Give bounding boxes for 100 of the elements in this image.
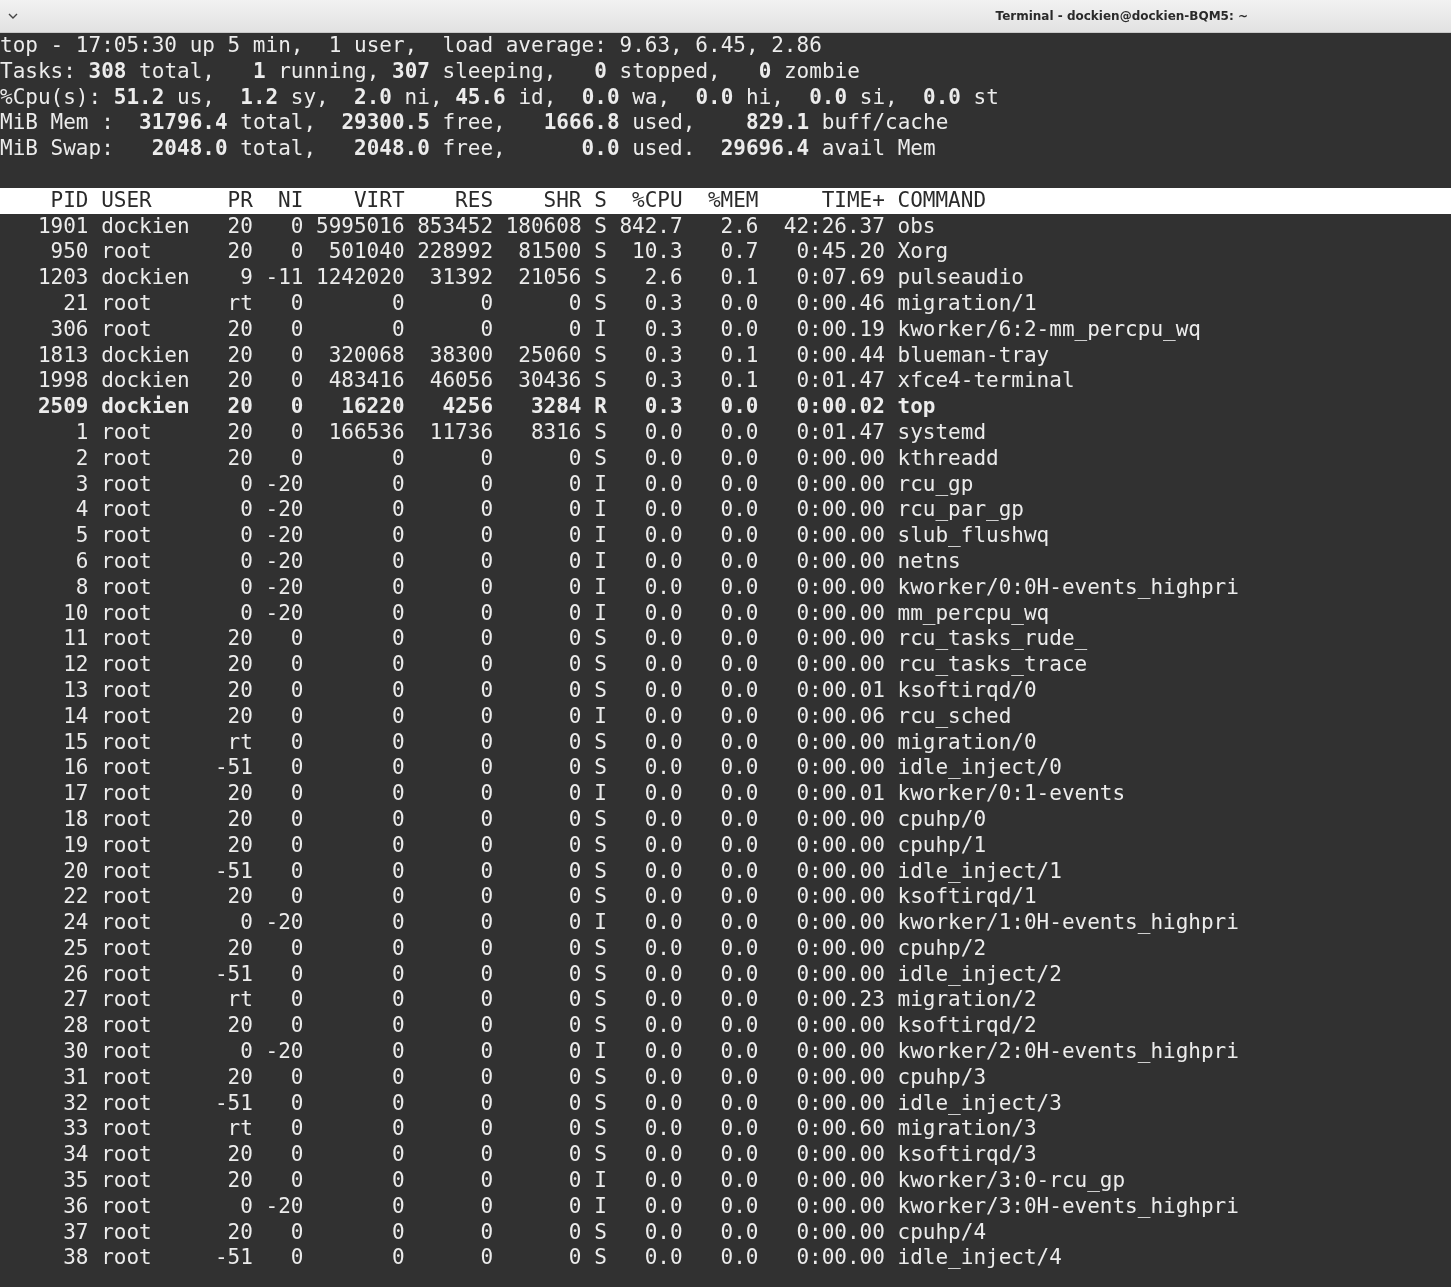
- table-cell: ksoftirqd/3: [897, 1142, 1037, 1169]
- table-cell-text: 32: [62, 1090, 89, 1117]
- table-cell: -51: [214, 858, 253, 885]
- table-cell-text: 0: [479, 445, 494, 472]
- table-cell-text: 30436: [517, 368, 582, 395]
- table-cell-text: 320068: [327, 342, 405, 369]
- table-cell-text: root: [101, 1013, 153, 1040]
- table-cell-text: 0.0: [719, 806, 759, 833]
- table-cell-text: root: [101, 884, 153, 911]
- table-cell: -20: [265, 1193, 304, 1220]
- table-cell: -20: [265, 523, 304, 549]
- table-cell-text: 12: [62, 652, 89, 678]
- table-cell-text: 0.0: [643, 729, 683, 756]
- table-cell-text: 20: [226, 342, 253, 369]
- table-cell-text: 0: [289, 1142, 304, 1169]
- table-cell-text: 10.3: [631, 239, 683, 266]
- table-cell: Xorg: [897, 239, 949, 266]
- table-cell: idle_inject/0: [897, 755, 1062, 782]
- table-cell: kworker/2:0H-events_highpri: [897, 1039, 1239, 1065]
- table-cell-text: 0: [390, 781, 405, 807]
- table-cell-text: 0: [567, 445, 582, 472]
- table-cell-text: 0.0: [719, 626, 759, 653]
- table-cell: migration/3: [897, 1116, 1037, 1143]
- table-cell-text: root: [101, 1245, 153, 1272]
- table-cell-text: 0.0: [719, 755, 759, 782]
- table-cell: 5995016: [316, 213, 405, 240]
- table-cell-text: 0:07.69: [795, 265, 885, 291]
- table-cell-text: 0:00.06: [795, 703, 885, 730]
- table-cell-text: 0:45.20: [795, 239, 885, 266]
- chevron-down-icon[interactable]: [8, 13, 18, 19]
- table-cell-text: 0:01.47: [795, 419, 885, 446]
- table-cell-text: root: [101, 1219, 153, 1246]
- table-cell-text: 0: [390, 910, 405, 936]
- table-cell-text: root: [101, 703, 153, 730]
- table-cell: S: [594, 961, 607, 988]
- table-cell: S: [594, 1013, 607, 1040]
- table-cell: 1242020: [316, 265, 405, 291]
- table-cell-text: 0.0: [643, 652, 683, 678]
- table-cell-text: 0: [567, 910, 582, 936]
- table-cell: S: [594, 1245, 607, 1272]
- table-cell: S: [594, 1116, 607, 1143]
- window-title: Terminal - dockien@dockien-BQM5: ~: [995, 8, 1248, 25]
- column-header: VIRT: [352, 187, 405, 214]
- table-cell: migration/0: [897, 729, 1037, 756]
- table-cell-text: 1: [74, 419, 89, 446]
- table-cell-text: 0: [567, 1039, 582, 1065]
- table-cell: I: [594, 523, 607, 549]
- table-cell-text: 0: [567, 600, 582, 627]
- table-cell: S: [594, 1064, 607, 1091]
- table-cell-text: 0:00.00: [795, 1013, 885, 1040]
- table-cell-text: 0.0: [719, 445, 759, 472]
- table-cell-text: 0:00.00: [795, 1245, 885, 1272]
- table-cell-text: 0: [567, 290, 582, 317]
- summary-line: %Cpu(s): 51.2 us, 1.2 sy, 2.0 ni, 45.6 id, 0.0 wa, 0.0 hi, 0.0 si, 0.0 st: [0, 84, 999, 109]
- table-cell-text: 0: [567, 497, 582, 524]
- table-cell-text: 0:00.19: [795, 316, 885, 343]
- table-cell: S: [594, 265, 607, 291]
- table-cell-text: 0: [567, 677, 582, 704]
- column-header: USER: [101, 187, 153, 214]
- table-cell-text: 0.0: [719, 935, 759, 962]
- table-cell-text: root: [101, 1064, 153, 1091]
- table-cell: rcu_sched: [897, 703, 1012, 730]
- table-cell: I: [594, 1193, 607, 1220]
- table-cell-text: 20: [226, 368, 253, 395]
- table-cell-text: root: [101, 961, 153, 988]
- table-cell: 180608: [505, 213, 582, 240]
- table-cell-text: 0: [239, 910, 253, 936]
- table-cell-text: 0.0: [719, 832, 759, 859]
- column-header: RES: [454, 187, 494, 214]
- table-cell-text: 20: [226, 781, 253, 807]
- table-cell: -51: [214, 1090, 253, 1117]
- table-cell: kworker/1:0H-events_highpri: [897, 910, 1239, 936]
- table-cell-text: 0: [390, 1064, 405, 1091]
- table-cell-text: 2.6: [643, 265, 683, 291]
- table-cell: 842.7: [619, 213, 683, 240]
- table-cell-text: 16: [62, 755, 89, 782]
- table-cell-text: 0: [390, 832, 405, 859]
- table-cell: kthreadd: [897, 445, 999, 472]
- table-cell-text: 0.0: [719, 1193, 759, 1220]
- table-cell-text: 0.0: [719, 497, 759, 524]
- table-cell-text: 20: [226, 419, 253, 446]
- table-cell-text: 0.0: [719, 316, 759, 343]
- table-cell-text: 0.3: [643, 290, 683, 317]
- table-cell-text: 0: [567, 781, 582, 807]
- table-cell-text: 20: [226, 626, 253, 653]
- column-header: NI: [277, 187, 304, 214]
- table-cell-text: 0: [289, 239, 304, 266]
- table-cell: kworker/0:1-events: [897, 781, 1126, 807]
- table-cell-text: 21: [62, 290, 89, 317]
- table-cell-text: 0.0: [643, 1013, 683, 1040]
- table-cell-text: 0:00.00: [795, 1219, 885, 1246]
- table-cell: rcu_tasks_trace: [897, 652, 1088, 678]
- table-cell-text: 0: [289, 1219, 304, 1246]
- table-cell-text: 37: [62, 1219, 89, 1246]
- table-cell-text: 0: [479, 523, 494, 549]
- column-header: S: [594, 187, 607, 214]
- table-cell-text: 306: [49, 316, 89, 343]
- table-cell-text: 0:00.01: [795, 677, 885, 704]
- table-cell-text: 0:00.00: [795, 652, 885, 678]
- table-cell-text: 0: [390, 1090, 405, 1117]
